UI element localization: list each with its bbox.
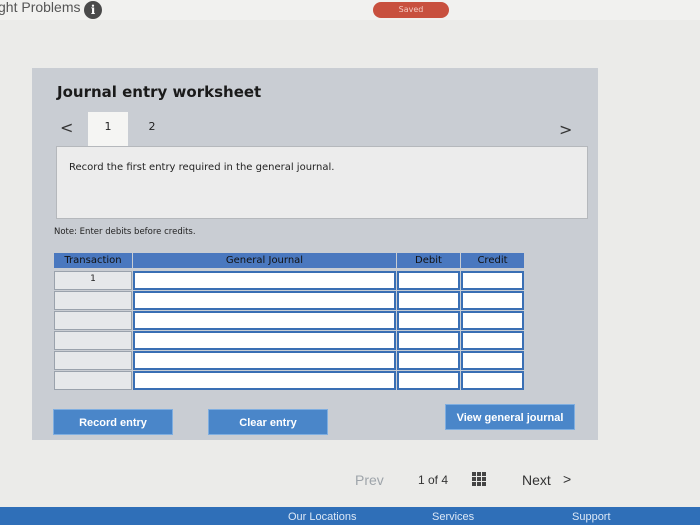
credit-input[interactable] [461,331,524,350]
credit-input[interactable] [461,351,524,370]
prev-page-link[interactable]: Prev [355,472,384,488]
debit-input[interactable] [397,331,460,350]
transaction-cell [54,311,132,330]
next-page-link[interactable]: Next [522,472,551,488]
credit-input[interactable] [461,291,524,310]
pagination: Prev 1 of 4 Next > [0,468,700,498]
table-row [54,291,524,310]
footer-link-our-locations[interactable]: Our Locations [288,511,356,523]
general-journal-input[interactable] [133,311,396,330]
col-header-transaction: Transaction [54,253,132,268]
general-journal-input[interactable] [133,371,396,390]
credit-input[interactable] [461,271,524,290]
table-row [54,311,524,330]
page-title: ght Problems [0,0,81,15]
prev-step-icon[interactable]: < [60,118,73,137]
chevron-right-icon[interactable]: > [563,471,571,487]
credit-input[interactable] [461,371,524,390]
view-general-journal-button[interactable]: View general journal [445,404,575,430]
note-text: Note: Enter debits before credits. [54,227,196,237]
transaction-cell [54,371,132,390]
info-icon[interactable]: i [84,1,102,19]
journal-worksheet-panel: Journal entry worksheet < 1 2 > Record t… [32,68,598,440]
transaction-cell [54,331,132,350]
clear-entry-button[interactable]: Clear entry [208,409,328,435]
general-journal-input[interactable] [133,271,396,290]
footer-bar: Our Locations Services Support [0,507,700,525]
general-journal-input[interactable] [133,291,396,310]
debit-input[interactable] [397,351,460,370]
instruction-box: Record the first entry required in the g… [56,146,588,219]
saved-badge: Saved [373,2,449,18]
transaction-cell: 1 [54,271,132,290]
debit-input[interactable] [397,311,460,330]
debit-input[interactable] [397,371,460,390]
transaction-cell [54,351,132,370]
general-journal-input[interactable] [133,331,396,350]
record-entry-button[interactable]: Record entry [53,409,173,435]
general-journal-input[interactable] [133,351,396,370]
instruction-text: Record the first entry required in the g… [69,162,335,173]
next-step-icon[interactable]: > [559,120,572,139]
debit-input[interactable] [397,291,460,310]
page-count: 1 of 4 [418,473,449,487]
transaction-cell [54,291,132,310]
table-row [54,371,524,390]
col-header-general-journal: General Journal [133,253,396,268]
worksheet-title: Journal entry worksheet [57,83,262,101]
debit-input[interactable] [397,271,460,290]
step-tab-2[interactable]: 2 [132,112,172,146]
step-tab-1[interactable]: 1 [88,112,128,146]
table-row [54,351,524,370]
col-header-debit: Debit [397,253,460,268]
footer-link-support[interactable]: Support [572,511,611,523]
col-header-credit: Credit [461,253,524,268]
footer-link-services[interactable]: Services [432,511,474,523]
table-row [54,331,524,350]
credit-input[interactable] [461,311,524,330]
table-row: 1 [54,271,524,290]
top-bar: ght Problems i Saved [0,0,700,20]
grid-icon[interactable] [472,472,486,486]
